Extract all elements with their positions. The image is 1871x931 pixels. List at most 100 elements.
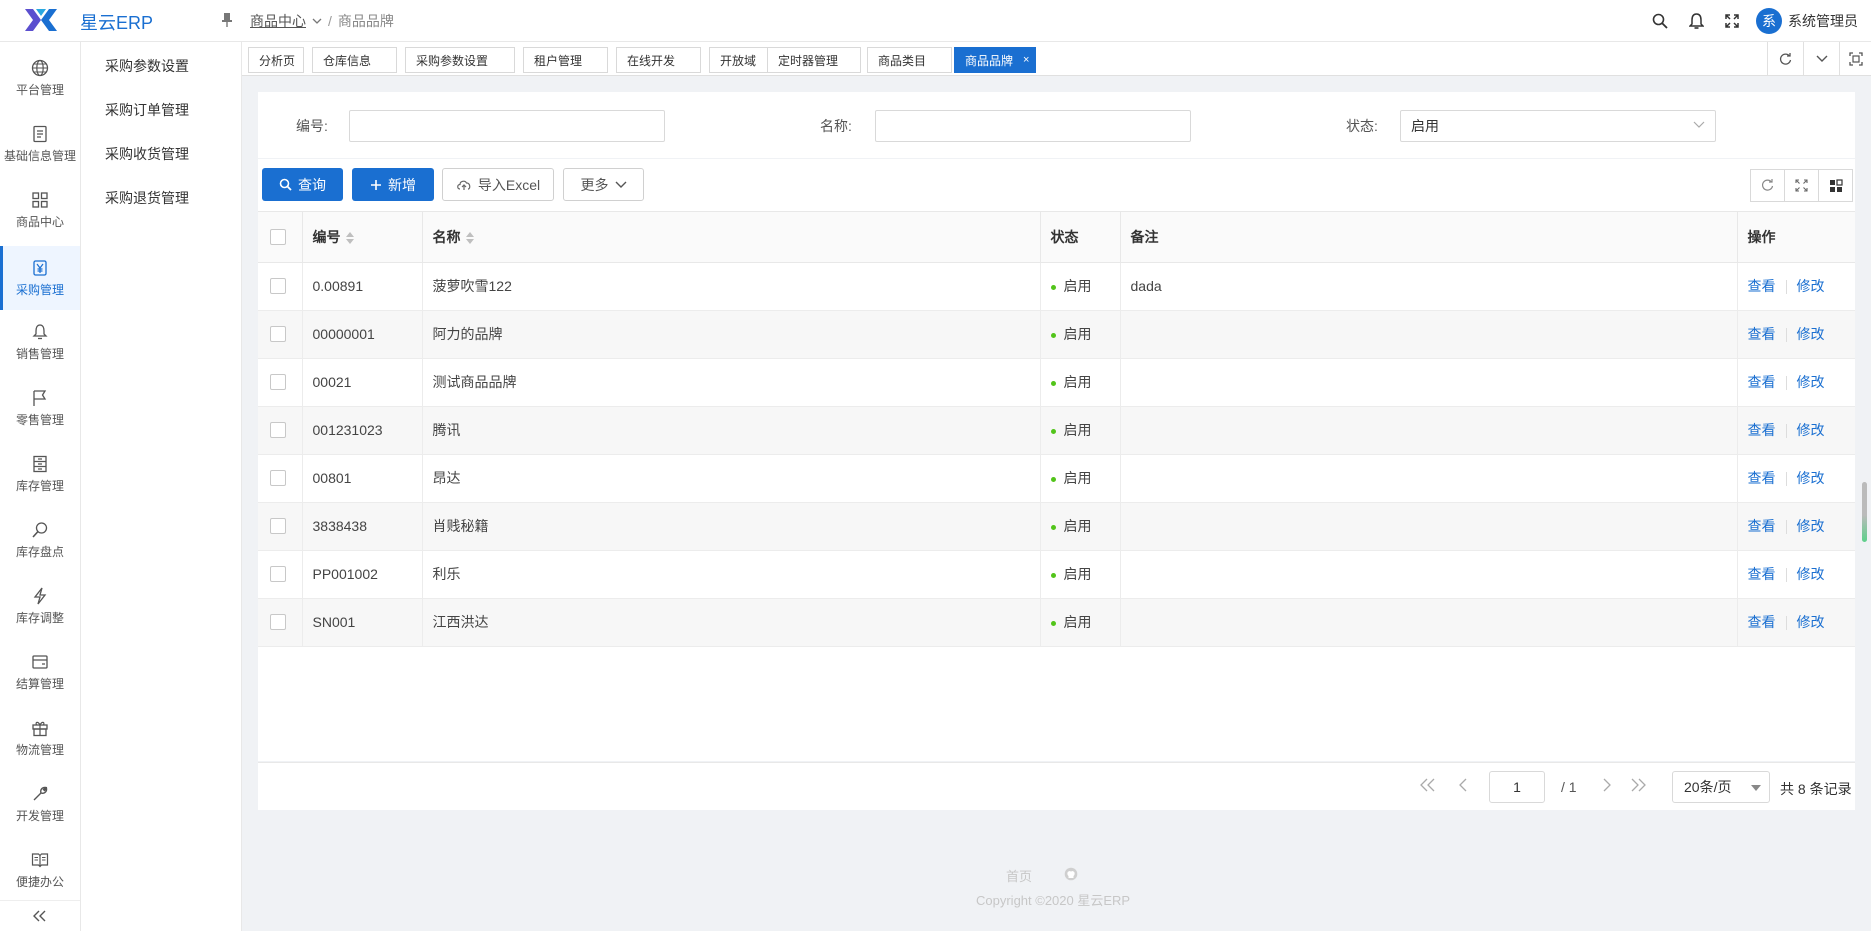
- add-button[interactable]: 新增: [352, 168, 434, 201]
- column-header-code[interactable]: 编号: [302, 212, 423, 263]
- sidebar-item-platform[interactable]: 平台管理: [0, 48, 80, 108]
- row-checkbox[interactable]: [270, 422, 286, 438]
- view-link[interactable]: 查看: [1748, 470, 1776, 486]
- submenu-item-purchase-orders[interactable]: 采购订单管理: [105, 100, 189, 120]
- footer-home-link[interactable]: 首页: [1006, 866, 1032, 885]
- row-checkbox[interactable]: [270, 614, 286, 630]
- user-menu[interactable]: 系 系统管理员: [1756, 8, 1858, 34]
- tab-timer[interactable]: 定时器管理: [767, 47, 861, 73]
- edit-link[interactable]: 修改: [1797, 422, 1825, 438]
- table-row: 3838438 肖贱秘籍 启用 查看 修改: [258, 502, 1855, 551]
- sort-icon[interactable]: [345, 231, 355, 245]
- sidebar-item-stocktake[interactable]: 库存盘点: [0, 510, 80, 570]
- prev-page-icon[interactable]: [1458, 778, 1468, 792]
- next-page-icon[interactable]: [1602, 778, 1612, 792]
- edit-link[interactable]: 修改: [1797, 326, 1825, 342]
- column-header-name[interactable]: 名称: [422, 212, 1041, 263]
- tab-close-icon[interactable]: ×: [1023, 54, 1029, 66]
- main-sidebar: 平台管理 基础信息管理 商品中心 采购管理 销售管理 零售管理 库存管理 库存盘…: [0, 42, 81, 931]
- sidebar-item-adjust[interactable]: 库存调整: [0, 576, 80, 636]
- cell-status: 启用: [1040, 550, 1121, 599]
- more-button[interactable]: 更多: [563, 168, 644, 201]
- sidebar-item-basic-info[interactable]: 基础信息管理: [0, 114, 80, 174]
- view-link[interactable]: 查看: [1748, 566, 1776, 582]
- page-size-select[interactable]: 20条/页: [1672, 771, 1770, 803]
- select-all-checkbox[interactable]: [270, 228, 286, 245]
- search-button[interactable]: [1642, 0, 1678, 42]
- view-link[interactable]: 查看: [1748, 326, 1776, 342]
- sidebar-item-logistics[interactable]: 物流管理: [0, 708, 80, 768]
- fullscreen-button[interactable]: [1714, 0, 1750, 42]
- import-excel-button[interactable]: 导入Excel: [442, 168, 554, 201]
- last-page-icon[interactable]: [1630, 778, 1646, 792]
- pin-icon[interactable]: [220, 12, 234, 28]
- collapse-sidebar-button[interactable]: [0, 900, 80, 930]
- sidebar-item-product-center[interactable]: 商品中心: [0, 180, 80, 240]
- tabs-dropdown-button[interactable]: [1803, 42, 1839, 76]
- import-excel-label: 导入Excel: [477, 176, 541, 193]
- tab-purchase-params[interactable]: 采购参数设置: [405, 47, 515, 73]
- sidebar-item-development[interactable]: 开发管理: [0, 774, 80, 834]
- view-link[interactable]: 查看: [1748, 374, 1776, 390]
- code-input[interactable]: [349, 110, 665, 142]
- refresh-tabs-button[interactable]: [1767, 42, 1803, 76]
- edit-link[interactable]: 修改: [1797, 278, 1825, 294]
- row-checkbox[interactable]: [270, 326, 286, 342]
- select-all-cell: [258, 212, 303, 263]
- table-refresh-button[interactable]: [1750, 169, 1785, 202]
- sidebar-item-settlement[interactable]: 结算管理: [0, 642, 80, 702]
- tab-product-brand[interactable]: 商品品牌 ×: [954, 47, 1036, 73]
- name-input[interactable]: [875, 110, 1191, 142]
- submenu-item-purchase-receipts[interactable]: 采购收货管理: [105, 144, 189, 164]
- view-link[interactable]: 查看: [1748, 614, 1776, 630]
- cell-status: 启用: [1040, 502, 1121, 551]
- view-link[interactable]: 查看: [1748, 422, 1776, 438]
- submenu-item-purchase-returns[interactable]: 采购退货管理: [105, 188, 189, 208]
- table-fullscreen-button[interactable]: [1784, 169, 1819, 202]
- edit-link[interactable]: 修改: [1797, 470, 1825, 486]
- tab-analysis[interactable]: 分析页: [248, 47, 304, 73]
- row-checkbox[interactable]: [270, 470, 286, 486]
- tab-label: 租户管理: [534, 53, 583, 68]
- query-button[interactable]: 查询: [262, 168, 343, 201]
- tab-product-category[interactable]: 商品类目: [867, 47, 952, 73]
- submenu-item-purchase-params[interactable]: 采购参数设置: [105, 56, 189, 76]
- view-link[interactable]: 查看: [1748, 518, 1776, 534]
- sort-icon[interactable]: [465, 231, 475, 245]
- column-settings-button[interactable]: [1818, 169, 1853, 202]
- page-number-input[interactable]: 1: [1489, 771, 1545, 803]
- notification-button[interactable]: [1678, 0, 1714, 42]
- dropdown-caret-icon: [1751, 785, 1761, 791]
- breadcrumb-parent[interactable]: 商品中心: [250, 11, 306, 31]
- edit-link[interactable]: 修改: [1797, 614, 1825, 630]
- row-checkbox[interactable]: [270, 374, 286, 390]
- vertical-scrollbar[interactable]: [1862, 482, 1867, 542]
- sidebar-item-retail[interactable]: 零售管理: [0, 378, 80, 438]
- tab-warehouse[interactable]: 仓库信息: [312, 47, 397, 73]
- sidebar-item-purchase[interactable]: 采购管理: [0, 246, 80, 310]
- lightning-icon: [33, 587, 47, 604]
- globe-icon: [31, 59, 49, 76]
- edit-link[interactable]: 修改: [1797, 566, 1825, 582]
- view-link[interactable]: 查看: [1748, 278, 1776, 294]
- github-icon[interactable]: [1064, 867, 1078, 881]
- row-checkbox[interactable]: [270, 566, 286, 582]
- first-page-icon[interactable]: [1420, 778, 1436, 792]
- edit-link[interactable]: 修改: [1797, 374, 1825, 390]
- sidebar-item-sales[interactable]: 销售管理: [0, 312, 80, 372]
- row-checkbox[interactable]: [270, 278, 286, 294]
- tab-online-dev[interactable]: 在线开发: [616, 47, 701, 73]
- tab-maximize-button[interactable]: [1839, 42, 1871, 76]
- edit-link[interactable]: 修改: [1797, 518, 1825, 534]
- sidebar-item-inventory[interactable]: 库存管理: [0, 444, 80, 504]
- cell-code: 00000001: [302, 310, 423, 359]
- chevron-down-icon[interactable]: [312, 16, 322, 26]
- tab-label: 商品品牌: [965, 53, 1014, 68]
- tab-tenant[interactable]: 租户管理: [523, 47, 608, 73]
- status-select[interactable]: 启用: [1400, 110, 1716, 142]
- book-icon: [31, 852, 49, 867]
- cell-code: SN001: [302, 598, 423, 647]
- row-checkbox[interactable]: [270, 518, 286, 534]
- sidebar-item-office[interactable]: 便捷办公: [0, 840, 80, 900]
- cell-status: 启用: [1040, 406, 1121, 455]
